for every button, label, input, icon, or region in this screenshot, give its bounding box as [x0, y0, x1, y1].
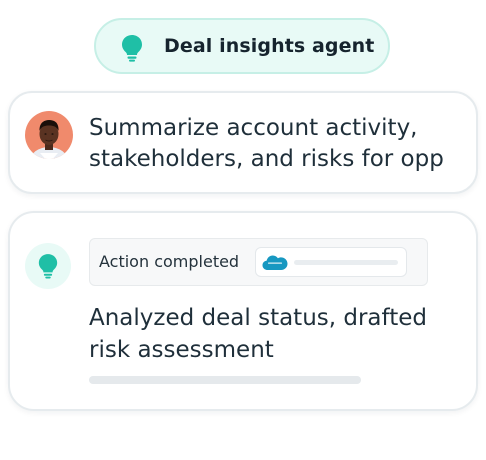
user-message-card: Summarize account activity, stakeholders…	[8, 91, 478, 194]
lightbulb-icon	[122, 35, 142, 62]
action-source-bar	[255, 247, 407, 277]
agent-response-card: Action completed Analyzed deal status, d…	[8, 211, 478, 411]
placeholder-line	[294, 260, 398, 265]
placeholder-line	[89, 376, 361, 384]
agent-name: Deal insights agent	[164, 35, 375, 57]
agent-message-text: Analyzed deal status, drafted risk asses…	[89, 302, 427, 366]
agent-avatar	[25, 243, 71, 289]
user-message-line: Summarize account activity,	[89, 115, 418, 141]
agent-message-line: Analyzed deal status, drafted	[89, 305, 427, 331]
user-message-text: Summarize account activity, stakeholders…	[89, 113, 469, 175]
action-status-label: Action completed	[99, 252, 240, 271]
lightbulb-icon	[38, 254, 58, 279]
action-completed-chip[interactable]: Action completed	[89, 238, 428, 286]
avatar[interactable]	[25, 111, 73, 159]
person-silhouette-icon	[30, 120, 68, 159]
user-message-line: stakeholders, and risks for opp	[89, 146, 444, 172]
agent-message-line: risk assessment	[89, 337, 274, 363]
salesforce-cloud-icon	[262, 255, 288, 270]
agent-pill[interactable]: Deal insights agent	[94, 18, 390, 74]
